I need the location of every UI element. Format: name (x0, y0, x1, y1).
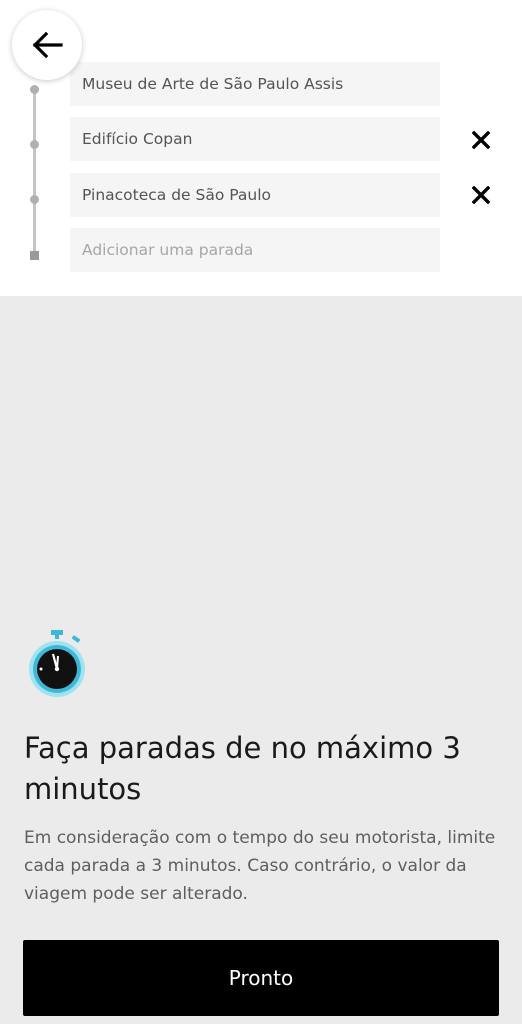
stop-field-origin[interactable]: Museu de Arte de São Paulo Assis (70, 62, 440, 106)
stopwatch-icon (29, 630, 85, 697)
back-button[interactable] (12, 10, 82, 80)
remove-stop-1-button[interactable] (466, 125, 496, 155)
close-icon (472, 186, 490, 204)
stop-label: Museu de Arte de São Paulo Assis (82, 75, 344, 93)
close-icon (472, 131, 490, 149)
stop-field-2[interactable]: Pinacoteca de São Paulo (70, 173, 440, 217)
notice-title: Faça paradas de no máximo 3 minutos (24, 731, 461, 806)
route-line (33, 88, 36, 256)
route-dot (30, 140, 39, 149)
notice-body: Em consideração com o tempo do seu motor… (24, 828, 496, 904)
done-button[interactable]: Pronto (23, 940, 499, 1016)
route-dot (30, 85, 39, 94)
add-stop-input[interactable]: Adicionar uma parada (70, 228, 440, 272)
arrow-left-icon (32, 31, 63, 59)
stop-field-1[interactable]: Edifício Copan (70, 117, 440, 161)
stops-panel: Museu de Arte de São Paulo Assis Edifíci… (0, 0, 522, 296)
stop-label: Edifício Copan (82, 130, 193, 148)
stop-label: Pinacoteca de São Paulo (82, 186, 272, 204)
add-stop-placeholder: Adicionar uma parada (82, 241, 254, 259)
route-end-square (30, 251, 39, 260)
route-dot (30, 195, 39, 204)
remove-stop-2-button[interactable] (466, 180, 496, 210)
